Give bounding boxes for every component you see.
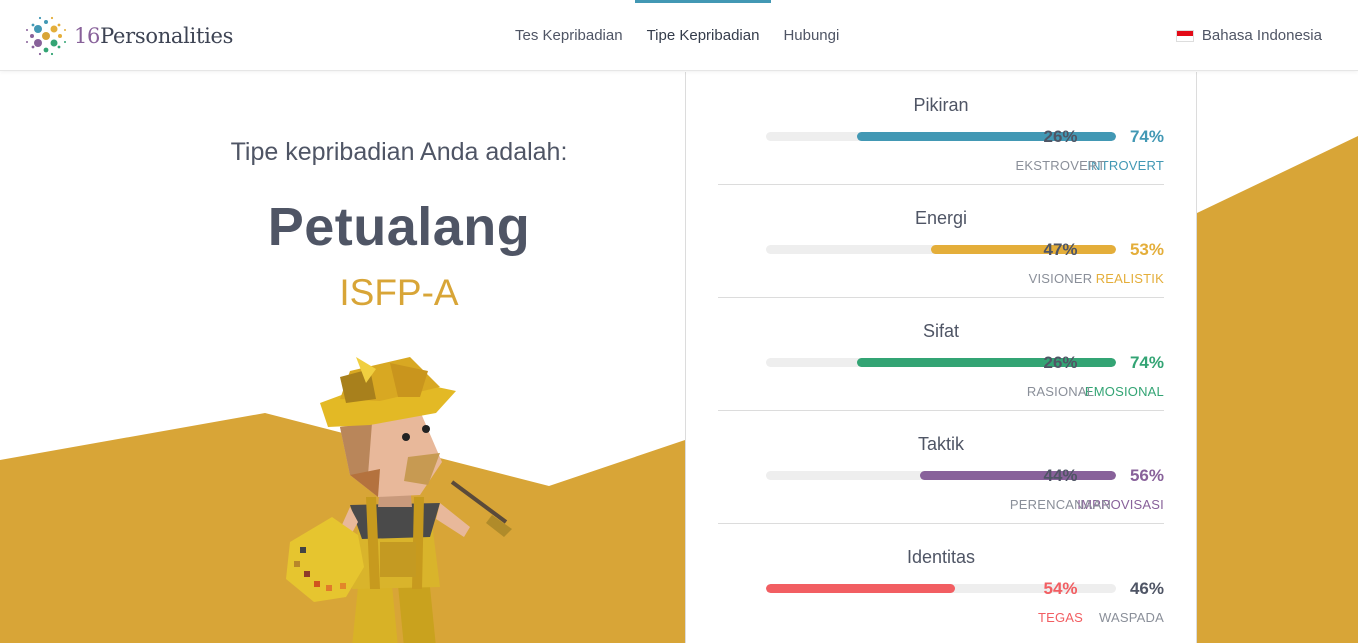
nav-tipe-kepribadian[interactable]: Tipe Kepribadian: [634, 0, 772, 71]
trait-identity: Identitas 54% 46% TEGAS WASPADA: [718, 524, 1164, 637]
personality-type-code: ISFP-A: [339, 272, 459, 313]
trait-left-percent: 44%: [1043, 466, 1078, 485]
logo-mark-icon: [26, 16, 66, 56]
trait-left-percent: 26%: [1043, 353, 1078, 372]
trait-energy: Energi 47% 53% VISIONER REALISTIK: [718, 185, 1164, 298]
language-label: Bahasa Indonesia: [1201, 27, 1322, 44]
language-selector[interactable]: Bahasa Indonesia: [1175, 0, 1322, 71]
indonesia-flag-icon: [1175, 29, 1194, 42]
trait-results-panel: Pikiran 26% 74% EKSTROVERT INTROVERT Ene…: [685, 72, 1197, 643]
trait-left-percent: 47%: [1043, 240, 1078, 259]
site-header: 16Personalities Tes Kepribadian Tipe Kep…: [0, 0, 1358, 71]
results-page: 16Personalities Tes Kepribadian Tipe Kep…: [0, 0, 1358, 643]
trait-left-label: TEGAS: [1037, 610, 1084, 625]
adventurer-avatar-illustration: [286, 357, 512, 643]
result-intro: Tipe kepribadian Anda adalah:: [230, 138, 568, 166]
nav-tes-kepribadian[interactable]: Tes Kepribadian: [503, 0, 635, 71]
trait-left-percent: 54%: [1043, 579, 1078, 598]
trait-title: Taktik: [917, 434, 964, 454]
personality-type-name: Petualang: [267, 197, 531, 257]
trait-nature: Sifat 26% 74% RASIONAL EMOSIONAL: [718, 298, 1164, 411]
site-logo[interactable]: 16Personalities: [24, 14, 233, 58]
logo-text: 16Personalities: [74, 24, 234, 48]
trait-title: Energi: [914, 208, 968, 228]
trait-mind: Pikiran 26% 74% EKSTROVERT INTROVERT: [718, 72, 1164, 185]
trait-left-percent: 26%: [1043, 127, 1078, 146]
trait-left-label: VISIONER: [1028, 271, 1093, 286]
trait-title: Pikiran: [913, 95, 969, 115]
trait-tactics: Taktik 44% 56% PERENCANAAN IMPROVISASI: [718, 411, 1164, 524]
trait-left-label: EKSTROVERT: [1015, 158, 1106, 173]
main-nav: Tes Kepribadian Tipe Kepribadian Hubungi: [503, 0, 851, 71]
trait-left-label: RASIONAL: [1026, 384, 1095, 399]
trait-title: Sifat: [922, 321, 960, 341]
trait-title: Identitas: [906, 547, 976, 567]
nav-hubungi[interactable]: Hubungi: [771, 0, 851, 71]
trait-left-label: PERENCANAAN: [1009, 497, 1112, 512]
